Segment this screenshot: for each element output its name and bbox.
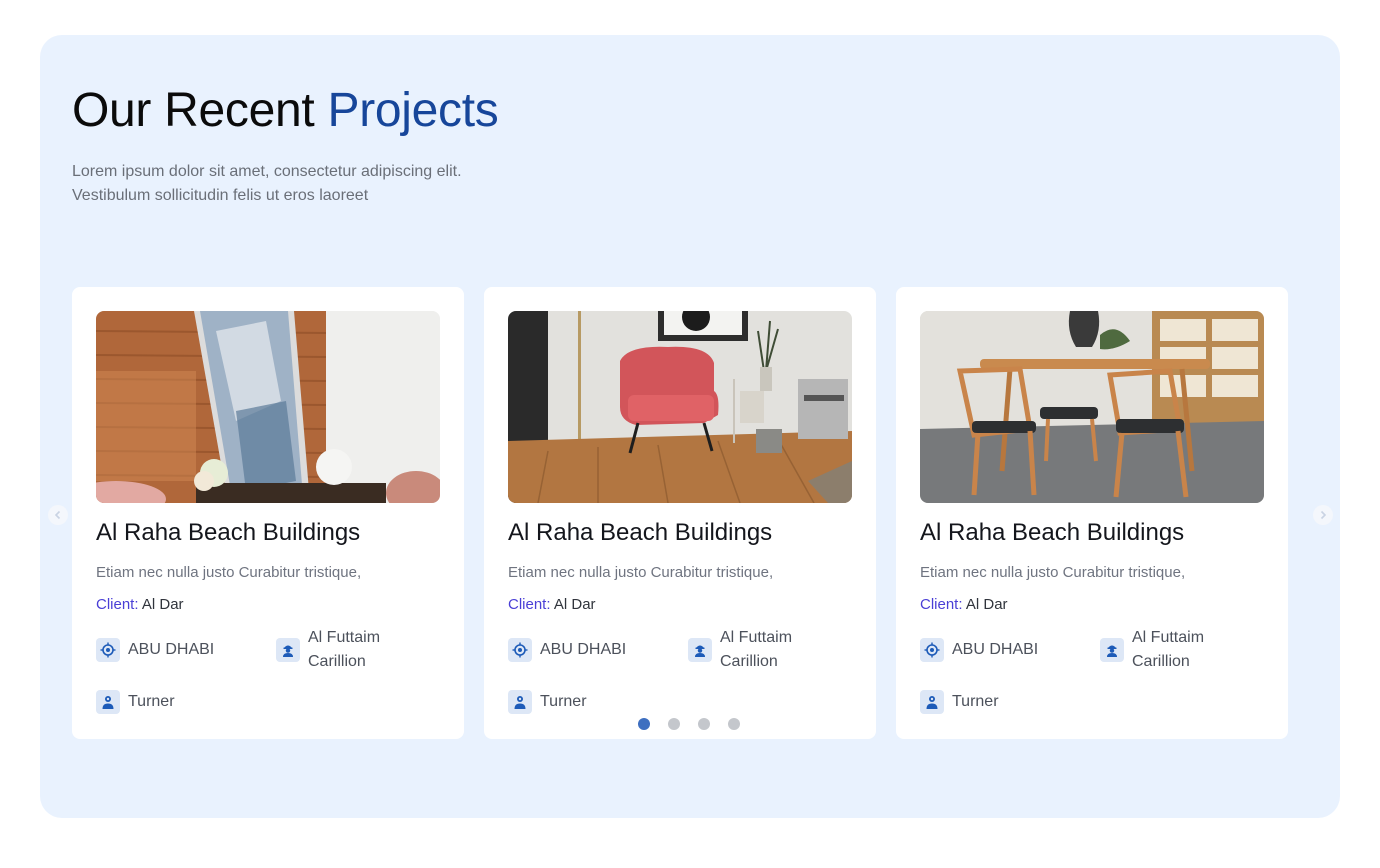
carousel-prev-button[interactable] <box>48 505 68 525</box>
carousel-pagination <box>638 718 740 730</box>
location-text: ABU DHABI <box>540 641 627 658</box>
project-card[interactable]: Al Raha Beach Buildings Etiam nec nulla … <box>484 287 876 739</box>
project-photo <box>920 311 1264 503</box>
project-title[interactable]: Al Raha Beach Buildings <box>96 519 360 547</box>
project-client: Client: Al Dar <box>96 596 184 613</box>
client-label: Client: <box>96 596 139 613</box>
contractor-line-1: Al Futtaim <box>308 629 381 646</box>
heading-main: Our Recent <box>72 84 328 137</box>
person-icon <box>920 690 944 714</box>
project-photo <box>508 311 852 503</box>
worker-icon <box>276 638 300 662</box>
project-consultant: Turner <box>920 690 999 714</box>
red-armchair-image <box>508 311 852 503</box>
contractor-text: Al Futtaim Carillion <box>308 626 380 674</box>
recent-projects-section: Our Recent Projects Lorem ipsum dolor si… <box>40 35 1340 818</box>
chevron-left-icon <box>54 510 61 520</box>
location-text: ABU DHABI <box>128 641 215 658</box>
project-client: Client: Al Dar <box>508 596 596 613</box>
project-card[interactable]: Al Raha Beach Buildings Etiam nec nulla … <box>896 287 1288 739</box>
contractor-line-2: Carillion <box>720 653 778 670</box>
location-target-icon <box>508 638 532 662</box>
heading-accent: Projects <box>327 84 499 137</box>
person-icon <box>508 690 532 714</box>
project-description: Etiam nec nulla justo Curabitur tristiqu… <box>920 564 1186 581</box>
pagination-dot[interactable] <box>638 718 650 730</box>
project-client: Client: Al Dar <box>920 596 1008 613</box>
section-lead: Lorem ipsum dolor sit amet, consectetur … <box>72 160 542 208</box>
project-title[interactable]: Al Raha Beach Buildings <box>920 519 1184 547</box>
project-description: Etiam nec nulla justo Curabitur tristiqu… <box>96 564 362 581</box>
project-contractor: Al Futtaim Carillion <box>276 626 406 674</box>
pagination-dot[interactable] <box>728 718 740 730</box>
client-label: Client: <box>508 596 551 613</box>
section-heading: Our Recent Projects <box>72 84 499 137</box>
contractor-line-1: Al Futtaim <box>720 629 793 646</box>
contractor-line-2: Carillion <box>308 653 366 670</box>
client-value: Al Dar <box>138 596 184 613</box>
consultant-text: Turner <box>952 693 999 710</box>
contractor-line-1: Al Futtaim <box>1132 629 1205 646</box>
consultant-text: Turner <box>128 693 175 710</box>
project-location: ABU DHABI <box>96 638 214 662</box>
location-text: ABU DHABI <box>952 641 1039 658</box>
project-card[interactable]: Al Raha Beach Buildings Etiam nec nulla … <box>72 287 464 739</box>
pagination-dot[interactable] <box>668 718 680 730</box>
dining-table-chairs-image <box>920 311 1264 503</box>
worker-icon <box>1100 638 1124 662</box>
client-value: Al Dar <box>550 596 596 613</box>
project-consultant: Turner <box>96 690 175 714</box>
worker-icon <box>688 638 712 662</box>
project-contractor: Al Futtaim Carillion <box>1100 626 1230 674</box>
lead-line-2: Vestibulum sollicitudin felis ut eros la… <box>72 187 369 204</box>
location-target-icon <box>96 638 120 662</box>
client-label: Client: <box>920 596 963 613</box>
project-description: Etiam nec nulla justo Curabitur tristiqu… <box>508 564 774 581</box>
contractor-text: Al Futtaim Carillion <box>720 626 792 674</box>
client-value: Al Dar <box>962 596 1008 613</box>
pagination-dot[interactable] <box>698 718 710 730</box>
project-location: ABU DHABI <box>920 638 1038 662</box>
consultant-text: Turner <box>540 693 587 710</box>
project-title[interactable]: Al Raha Beach Buildings <box>508 519 772 547</box>
living-room-wall-art-image <box>96 311 440 503</box>
project-consultant: Turner <box>508 690 587 714</box>
carousel-next-button[interactable] <box>1313 505 1333 525</box>
contractor-text: Al Futtaim Carillion <box>1132 626 1204 674</box>
lead-line-1: Lorem ipsum dolor sit amet, consectetur … <box>72 163 462 180</box>
chevron-right-icon <box>1320 510 1327 520</box>
project-photo <box>96 311 440 503</box>
location-target-icon <box>920 638 944 662</box>
person-icon <box>96 690 120 714</box>
project-location: ABU DHABI <box>508 638 626 662</box>
contractor-line-2: Carillion <box>1132 653 1190 670</box>
project-contractor: Al Futtaim Carillion <box>688 626 818 674</box>
